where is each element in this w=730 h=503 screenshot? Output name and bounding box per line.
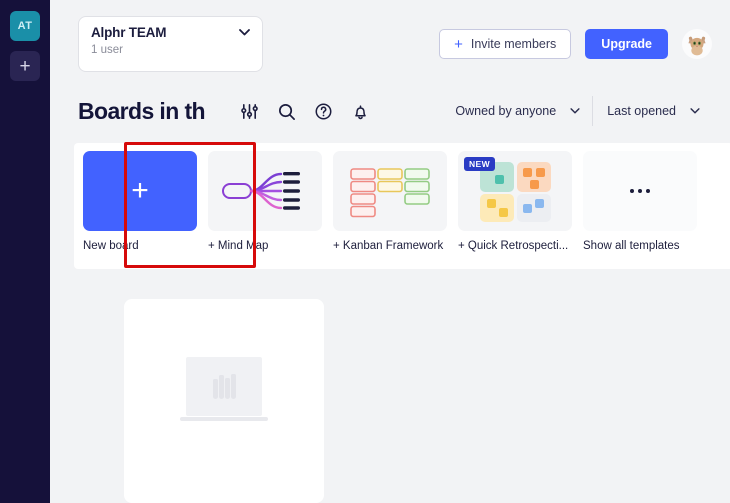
filter-sliders-icon[interactable]	[240, 102, 259, 121]
upgrade-button[interactable]: Upgrade	[585, 29, 668, 59]
chevron-down-icon	[239, 27, 250, 39]
board-thumbnail	[180, 357, 268, 421]
sort-filter-label: Last opened	[607, 104, 676, 118]
template-label: Show all templates	[583, 240, 680, 252]
team-selector[interactable]: Alphr TEAM 1 user	[78, 16, 263, 72]
template-card-show-all[interactable]: Show all templates	[583, 151, 697, 252]
invite-members-button[interactable]: + Invite members	[439, 29, 572, 59]
retrospective-thumbnail[interactable]: NEW	[458, 151, 572, 231]
kanban-icon	[350, 168, 430, 218]
kanban-thumbnail[interactable]	[333, 151, 447, 231]
plus-icon: +	[19, 55, 31, 77]
new-board-thumbnail[interactable]: +	[83, 151, 197, 231]
plus-icon: +	[454, 35, 463, 53]
team-name: Alphr TEAM	[91, 25, 167, 40]
filter-dropdowns: Owned by anyone Last opened	[441, 96, 712, 126]
template-card-new-board[interactable]: + New board	[83, 151, 197, 252]
new-badge: NEW	[464, 157, 496, 171]
ellipsis-icon	[630, 189, 650, 193]
plus-icon: +	[131, 174, 149, 207]
board-card[interactable]	[124, 299, 324, 503]
search-icon[interactable]	[277, 102, 296, 121]
page-title: Boards in th	[78, 97, 205, 124]
top-bar: Alphr TEAM 1 user + Invite members Upgra…	[50, 0, 730, 88]
avatar[interactable]	[682, 29, 712, 59]
add-team-button[interactable]: +	[10, 51, 40, 81]
invite-members-label: Invite members	[470, 37, 557, 51]
template-card-quick-retrospective[interactable]: NEW + Quick Retrospecti...	[458, 151, 572, 252]
owner-filter-dropdown[interactable]: Owned by anyone	[441, 96, 592, 126]
template-card-mind-map[interactable]: + Mind Map	[208, 151, 322, 252]
header-icon-group	[240, 102, 370, 121]
mind-map-icon	[222, 172, 300, 210]
miro-logo-placeholder-icon	[212, 374, 236, 399]
owner-filter-label: Owned by anyone	[455, 104, 557, 118]
left-sidebar: AT +	[0, 0, 50, 503]
templates-panel: + New board + Mind Map + Kanban Framewor…	[74, 143, 730, 269]
main-area: Alphr TEAM 1 user + Invite members Upgra…	[50, 0, 730, 503]
mind-map-thumbnail[interactable]	[208, 151, 322, 231]
notification-bell-icon[interactable]	[351, 102, 370, 121]
top-bar-actions: + Invite members Upgrade	[439, 29, 712, 59]
template-label: + Kanban Framework	[333, 240, 444, 252]
template-label: New board	[83, 240, 139, 252]
template-label: + Mind Map	[208, 240, 269, 252]
team-avatar[interactable]: AT	[10, 11, 40, 41]
headline-row: Boards in th Owned by anyone Last opened	[50, 88, 730, 134]
chevron-down-icon	[690, 106, 700, 117]
chevron-down-icon	[570, 106, 580, 117]
miro-dashboard: AT + Alphr TEAM 1 user + Invite members	[0, 0, 730, 503]
help-circle-icon[interactable]	[314, 102, 333, 121]
template-label: + Quick Retrospecti...	[458, 240, 569, 252]
show-all-thumbnail[interactable]	[583, 151, 697, 231]
team-user-count: 1 user	[91, 44, 123, 56]
template-card-kanban[interactable]: + Kanban Framework	[333, 151, 447, 252]
sort-filter-dropdown[interactable]: Last opened	[592, 96, 712, 126]
cat-avatar-icon	[684, 31, 710, 57]
